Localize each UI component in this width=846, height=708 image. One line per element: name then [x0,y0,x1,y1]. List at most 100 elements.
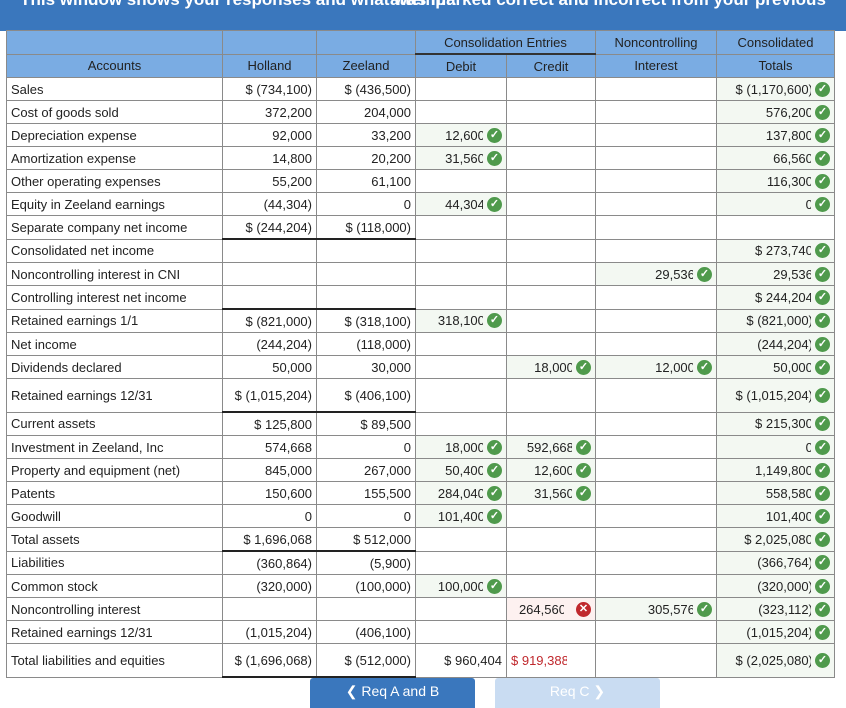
table-row: Net income (244,204) (118,000) (244,204)|ok… [6,332,835,356]
cell-content: Noncontrolling interest in CNI [11,267,180,282]
cell-total[interactable]: $ (821,000)|ok ✓ [716,308,835,333]
cell-credit [506,215,596,240]
banner-text: This window shows your responses and wha… [20,0,826,9]
cell-content: $ (821,000) [246,314,313,329]
cell-total[interactable]: 50,000|ok ✓ [716,355,835,379]
cell-debit[interactable]: 31,560|ok ✓ [415,146,507,170]
cell-value: Net income [11,336,77,352]
cell-content: (118,000) [356,337,411,352]
cell-total[interactable]: 66,560|ok ✓ [716,146,835,170]
cell-content: 0|ok✓ [806,437,830,457]
cell-value: Goodwill [11,508,61,524]
cell-debit[interactable]: $ 960,404 [415,643,507,678]
cell-debit [415,332,507,356]
cell-total[interactable]: 1,149,800|ok ✓ [716,458,835,482]
cell-debit[interactable]: 44,304|ok ✓ [415,192,507,216]
cell-credit[interactable]: 18,000|ok ✓ [506,355,596,379]
correct-check-icon: ✓ [815,508,830,524]
cell-holland: 150,600 [222,481,317,505]
status-marker: ✓ [811,650,830,670]
correct-check-icon: ✓ [487,508,502,524]
correct-check-icon: ✓ [697,266,712,282]
cell-content: (1,015,204) [246,625,313,640]
cell-total[interactable]: $ (1,170,600)|ok ✓ [716,77,835,101]
cell-total[interactable]: $ (1,015,204)|ok ✓ [716,378,835,413]
cell-credit[interactable]: 592,668|ok ✓ [506,435,596,459]
cell-value: 267,000 [364,462,411,478]
cell-content: 100,000|ok ✓ [438,576,502,596]
cell-content: Amortization expense [11,151,136,166]
cell-total[interactable]: 558,580|ok ✓ [716,481,835,505]
cell-debit[interactable]: 100,000|ok ✓ [415,574,507,598]
table-row: Liabilities (360,864) (5,900) (366,764)|ok ✓ [6,550,835,575]
cell-total[interactable]: $ 2,025,080|ok ✓ [716,527,835,552]
status-marker: ✓ [693,357,712,377]
cell-account: Liabilities [6,550,223,575]
cell-total[interactable]: (323,112)|ok ✓ [716,597,835,621]
status-marker: ✓ [811,194,830,214]
cell-content: Sales [11,82,44,97]
status-marker: ✓ [483,194,502,214]
cell-credit[interactable]: 12,600|ok ✓ [506,458,596,482]
cell-credit[interactable]: $ 919,388|red [506,643,596,678]
cell-total[interactable]: (1,015,204)|ok ✓ [716,620,835,644]
cell-nci[interactable]: 29,536|ok ✓ [595,262,717,286]
table-row: Controlling interest net income $ 244,204… [6,285,835,310]
cell-debit[interactable]: 284,040|ok ✓ [415,481,507,505]
correct-check-icon: ✓ [815,243,830,259]
cell-debit[interactable]: 12,600|ok ✓ [415,123,507,147]
cell-total[interactable]: (366,764)|ok ✓ [716,550,835,575]
cell-value: $ 960,404 [444,652,502,668]
cell-holland: 55,200 [222,169,317,193]
table-row: Property and equipment (net) 845,000 267,0… [6,458,835,482]
status-marker: ✓ [811,264,830,284]
cell-total[interactable]: $ 244,204|ok ✓ [716,285,835,310]
correct-check-icon: ✓ [815,81,830,97]
cell-content: 116,300|ok ✓ [767,171,830,191]
cell-total[interactable]: 29,536|ok ✓ [716,262,835,286]
cell-value: $ 512,000 [353,531,411,547]
cell-debit[interactable]: 50,400|ok ✓ [415,458,507,482]
cell-total[interactable]: (320,000)|ok ✓ [716,574,835,598]
cell-credit [506,262,596,286]
cell-nci[interactable]: 12,000|ok ✓ [595,355,717,379]
cell-total[interactable]: $ 273,740|ok ✓ [716,238,835,263]
status-marker: ✕ [564,599,591,619]
next-req-c-button[interactable]: Req C ❯ [495,678,660,708]
cell-value: 150,600 [265,485,312,501]
cell-total[interactable]: $ (2,025,080)|ok ✓ [716,643,835,678]
cell-content: Equity in Zeeland earnings [11,197,165,212]
cell-nci [595,435,717,459]
status-marker: ✓ [811,576,830,596]
cell-debit[interactable]: 101,400|ok ✓ [415,504,507,528]
cell-total[interactable]: 116,300|ok ✓ [716,169,835,193]
cell-zeeland: $ (318,100) [316,308,416,333]
cell-total[interactable]: 0|ok✓ [716,192,835,216]
correct-check-icon: ✓ [815,104,830,120]
cell-content: 592,668|ok ✓ [527,437,591,457]
cell-total[interactable]: 101,400|ok ✓ [716,504,835,528]
cell-total[interactable]: $ 215,300|ok ✓ [716,411,835,436]
cell-total[interactable]: 137,800|ok ✓ [716,123,835,147]
table-row: Common stock (320,000) (100,000) 100,000|ok… [6,574,835,598]
cell-total[interactable]: (244,204)|ok ✓ [716,332,835,356]
status-marker [567,650,591,670]
cell-content: 30,000 [371,360,411,375]
header-blank [316,30,416,55]
cell-account: Controlling interest net income [6,285,223,310]
cell-zeeland: $ (118,000) [316,215,416,240]
cell-credit[interactable]: 264,560|bad ✕ [506,597,596,621]
cell-account: Common stock [6,574,223,598]
cell-debit[interactable]: 18,000|ok ✓ [415,435,507,459]
status-marker: ✓ [811,506,830,526]
prev-req-a-b-button[interactable]: ❮ Req A and B [310,678,475,708]
cell-nci[interactable]: 305,576|ok ✓ [595,597,717,621]
cell-debit[interactable]: 318,100|ok ✓ [415,308,507,333]
cell-content: 372,200 [265,105,312,120]
cell-credit[interactable]: 31,560|ok ✓ [506,481,596,505]
cell-debit [415,77,507,101]
status-marker: ✓ [811,334,830,354]
cell-total[interactable]: 0|ok✓ [716,435,835,459]
cell-content: Other operating expenses [11,174,161,189]
cell-total[interactable]: 576,200|ok ✓ [716,100,835,124]
